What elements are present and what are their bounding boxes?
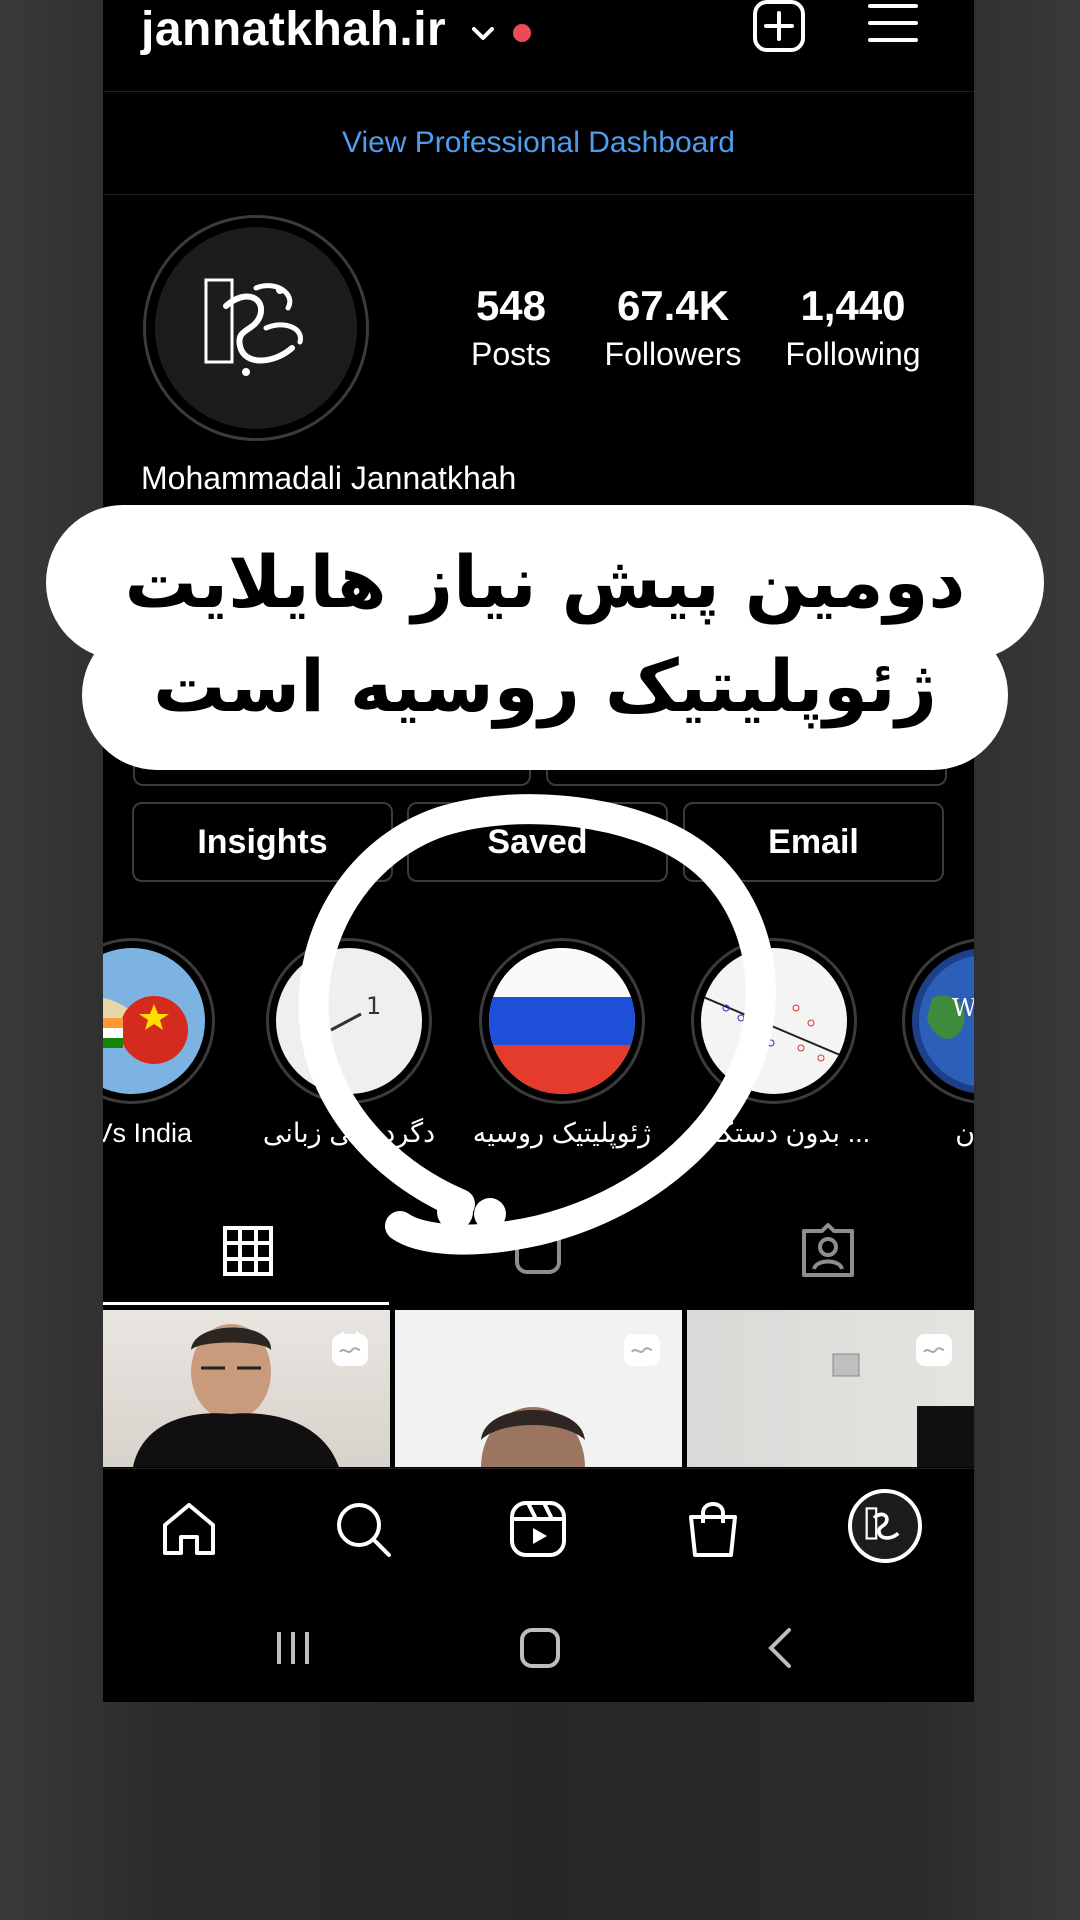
hand-drawn-circle-annotation bbox=[298, 794, 776, 1255]
